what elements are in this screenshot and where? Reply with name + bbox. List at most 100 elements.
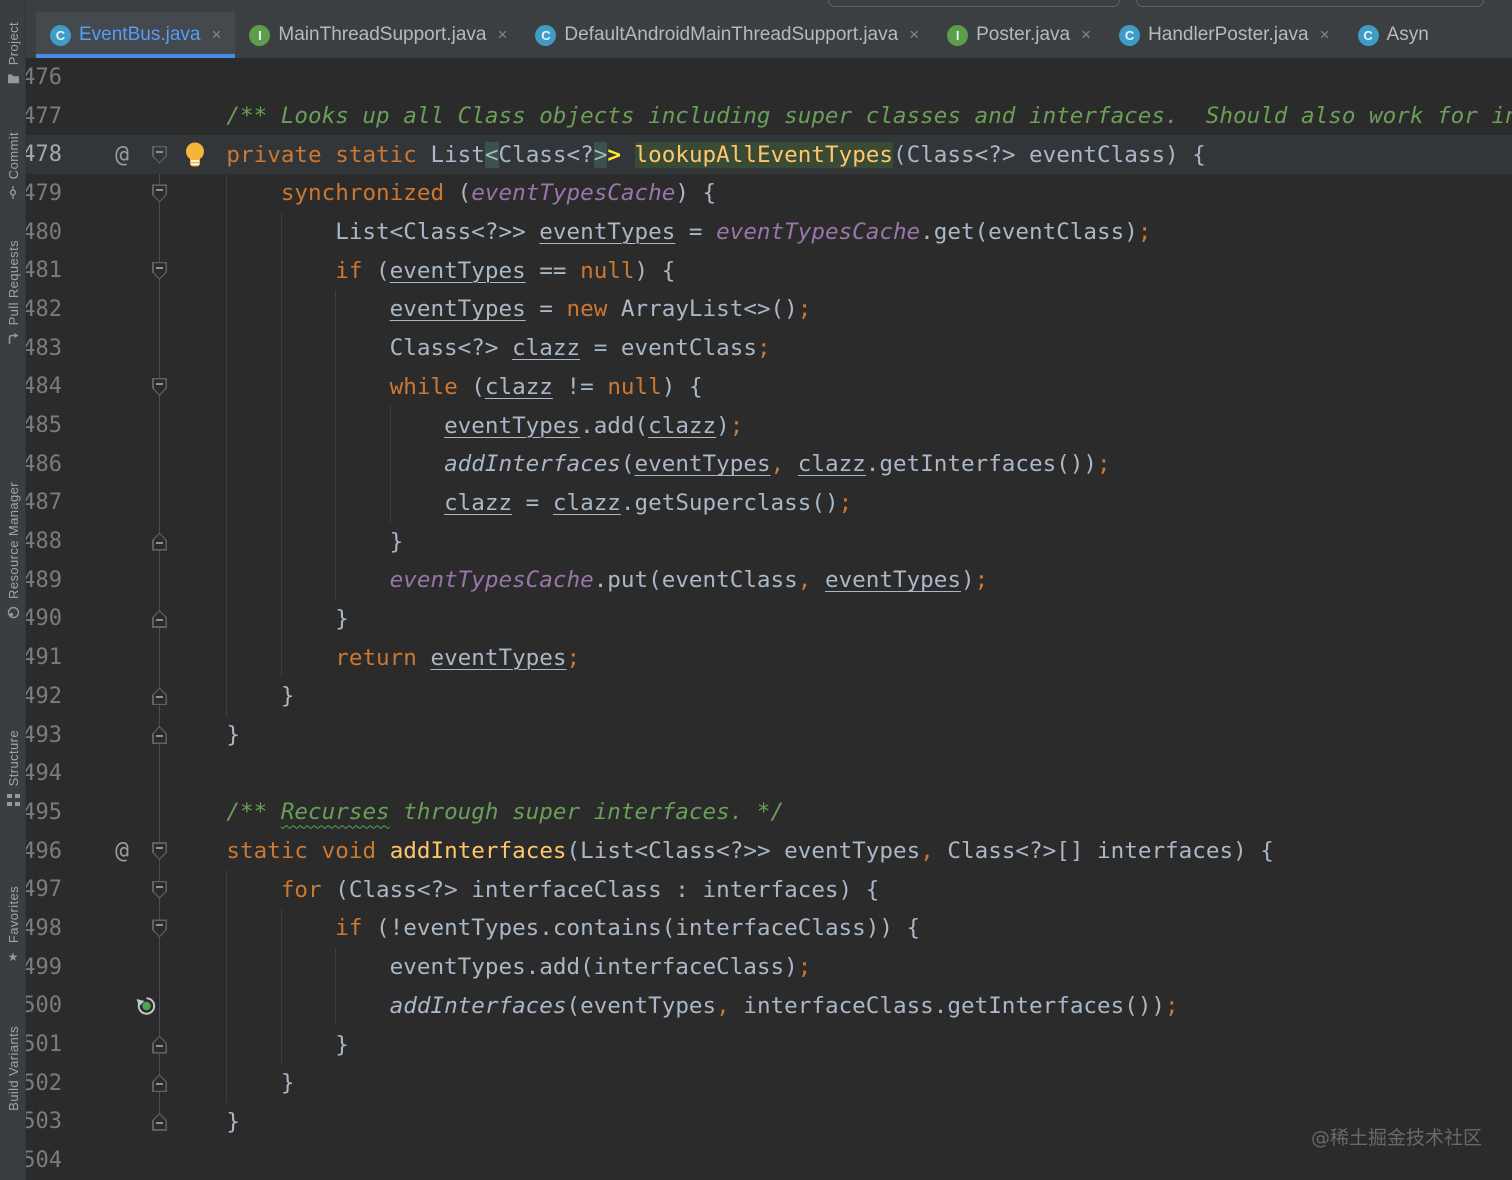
editor-line: 495 /** Recurses through super interface… [26, 793, 1512, 832]
line-number: 489 [26, 567, 62, 593]
close-icon[interactable]: × [1320, 25, 1330, 45]
line-number: 479 [26, 180, 62, 206]
annotation-gutter-icon: @ [115, 141, 129, 168]
tab-label: MainThreadSupport.java [278, 24, 487, 45]
code-line: } [172, 528, 404, 555]
sidebar-item-commit[interactable]: Commit [0, 132, 26, 200]
sidebar-item-project[interactable]: Project [0, 22, 26, 85]
fold-end-icon[interactable] [152, 1035, 167, 1054]
fold-end-icon[interactable] [152, 687, 167, 706]
tab-label: Poster.java [976, 24, 1071, 45]
fold-start-icon[interactable] [152, 880, 167, 899]
editor-line: 504 [26, 1141, 1512, 1180]
code-line: List<Class<?>> eventTypes = eventTypesCa… [172, 219, 1152, 246]
fold-end-icon[interactable] [152, 609, 167, 628]
recursive-call-icon[interactable] [136, 995, 157, 1016]
line-number: 482 [26, 296, 62, 322]
editor-line: 485 eventTypes .add(clazz); [26, 406, 1512, 445]
editor-line: 500 addInterfaces (eventTypes, interfaceC… [26, 987, 1512, 1026]
interface-icon: I [947, 24, 969, 46]
fold-start-icon[interactable] [152, 184, 167, 203]
line-number: 486 [26, 451, 62, 477]
fold-start-icon[interactable] [152, 842, 167, 861]
watermark: @稀土掘金技术社区 [1310, 1127, 1482, 1149]
code-editor[interactable]: 476 477 /** Looks up all Class objects in… [26, 58, 1512, 1180]
sidebar-item-label: Pull Requests [5, 240, 21, 326]
line-number: 497 [26, 877, 62, 903]
code-line: for (Class<?> interfaceClass : interface… [280, 876, 880, 903]
line-number: 485 [26, 413, 62, 439]
fold-end-icon[interactable] [152, 1112, 167, 1131]
fold-start-icon[interactable] [152, 145, 167, 164]
tab-label: EventBus.java [79, 24, 201, 45]
line-number: 492 [26, 683, 62, 709]
sidebar-item-resource-manager[interactable]: Resource Manager [0, 482, 26, 619]
sidebar-item-label: Favorites [5, 886, 21, 944]
line-number: 488 [26, 529, 62, 555]
editor-line: 476 [26, 58, 1512, 97]
editor-line: 490 } [26, 600, 1512, 639]
class-icon: C [50, 24, 71, 46]
annotation-gutter-icon: @ [115, 838, 129, 865]
code-line: if (!eventTypes.contains(interfaceClass)… [335, 915, 921, 942]
star-icon: ★ [7, 949, 19, 964]
line-number: 484 [26, 374, 62, 400]
line-number: 504 [26, 1148, 62, 1174]
sidebar-item-label: Project [5, 22, 21, 66]
code-line: } [172, 683, 295, 710]
close-icon[interactable]: × [211, 25, 221, 45]
fold-start-icon[interactable] [152, 919, 167, 938]
editor-line: 483 Class<?> clazz = eventClass; [26, 329, 1512, 368]
ide-window: Project Commit Pull Requests Resource Manag… [0, 0, 1512, 1180]
code-line: while (clazz != null) { [389, 373, 703, 400]
fold-end-icon[interactable] [152, 726, 167, 745]
fold-end-icon[interactable] [152, 1074, 167, 1093]
intention-bulb-icon[interactable] [184, 141, 206, 168]
tab-poster-java[interactable]: I Poster.java × [933, 12, 1105, 58]
code-line: private static List < Class<? > > lookupAllE… [226, 141, 1206, 168]
resource-manager-icon [7, 606, 20, 619]
close-icon[interactable]: × [1081, 25, 1091, 45]
toolbar-widget-outline[interactable] [828, 0, 1120, 7]
line-number: 500 [26, 993, 62, 1019]
editor-line: 489 eventTypesCache .put(eventClass, even… [26, 561, 1512, 600]
editor-tabs: C EventBus.java × I MainThreadSupport.java × C… [36, 12, 1443, 58]
line-number: 495 [26, 799, 62, 825]
line-number: 481 [26, 258, 62, 284]
close-icon[interactable]: × [497, 25, 507, 45]
fold-start-icon[interactable] [152, 261, 167, 280]
code-line: Class<?> clazz = eventClass; [172, 335, 771, 362]
tab-mainthreadsupport-java[interactable]: I MainThreadSupport.java × [235, 12, 521, 58]
line-number: 498 [26, 915, 62, 941]
code-line: synchronized (eventTypesCache) { [280, 180, 717, 207]
sidebar-item-pull-requests[interactable]: Pull Requests [0, 240, 26, 345]
sidebar-item-build-variants[interactable]: Build Variants [0, 1026, 26, 1111]
sidebar-item-favorites[interactable]: Favorites ★ [0, 886, 26, 963]
close-icon[interactable]: × [909, 25, 919, 45]
line-number: 499 [26, 954, 62, 980]
line-number: 503 [26, 1109, 62, 1135]
editor-line: 498 if (!eventTypes.contains(interfaceCl… [26, 909, 1512, 948]
toolbar-widget-outline[interactable] [1136, 0, 1484, 7]
editor-rows: 476 477 /** Looks up all Class objects in… [26, 58, 1512, 1180]
editor-line: 502 } [26, 1064, 1512, 1103]
line-number: 478 [26, 142, 62, 168]
tab-asyn[interactable]: C Asyn [1344, 12, 1443, 58]
tab-defaultandroidmainthreadsupport-java[interactable]: C DefaultAndroidMainThreadSupport.java × [521, 12, 933, 58]
tab-handlerposter-java[interactable]: C HandlerPoster.java × [1105, 12, 1343, 58]
fold-start-icon[interactable] [152, 377, 167, 396]
editor-line: 479 synchronized (eventTypesCache) { [26, 174, 1512, 213]
code-line: return eventTypes; [335, 644, 581, 671]
code-line: addInterfaces (eventTypes, interfaceClass… [389, 992, 1179, 1019]
editor-tab-bar: C EventBus.java × I MainThreadSupport.java × C… [26, 0, 1512, 58]
code-line: if (eventTypes == null) { [335, 257, 676, 284]
sidebar-item-structure[interactable]: Structure [0, 730, 26, 806]
fold-end-icon[interactable] [152, 532, 167, 551]
left-tool-stripe: Project Commit Pull Requests Resource Manag… [0, 0, 26, 1180]
tab-eventbus-java[interactable]: C EventBus.java × [36, 12, 236, 58]
line-number: 496 [26, 838, 62, 864]
line-number: 493 [26, 722, 62, 748]
line-number: 477 [26, 103, 62, 129]
class-icon: C [1357, 24, 1379, 46]
